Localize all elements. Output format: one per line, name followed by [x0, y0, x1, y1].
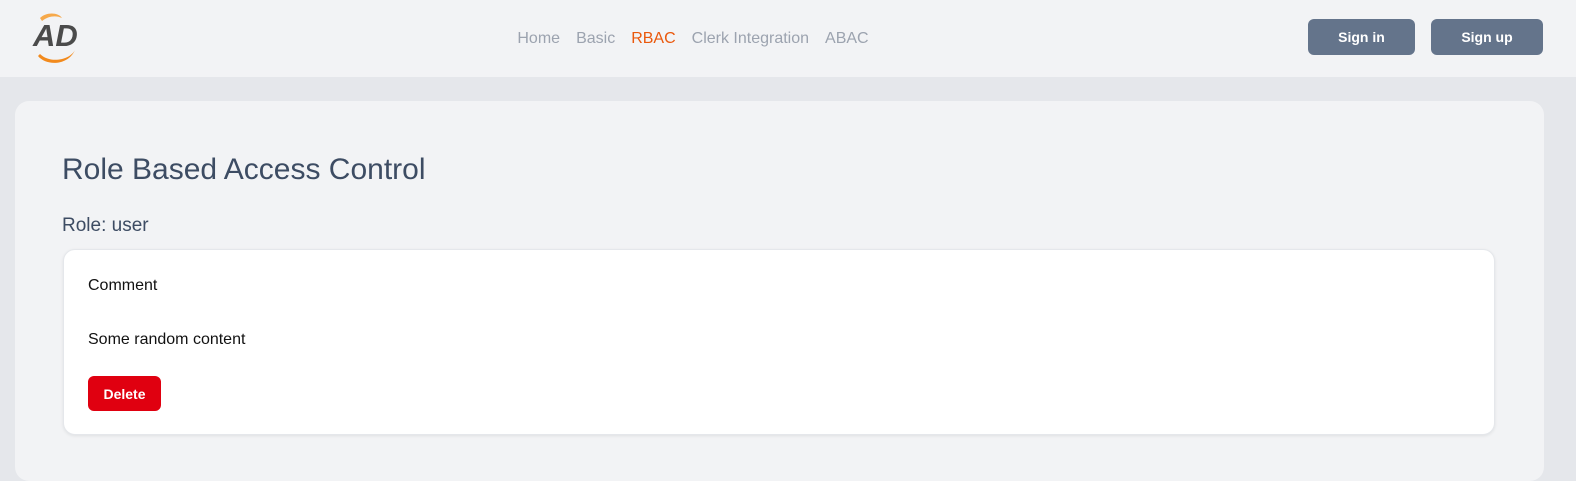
delete-button[interactable]: Delete: [88, 376, 161, 411]
nav-link-home[interactable]: Home: [517, 30, 560, 48]
comment-body: Some random content: [88, 331, 246, 348]
nav-link-clerk-integration[interactable]: Clerk Integration: [692, 30, 809, 48]
comment-card: Comment Some random content Delete: [63, 249, 1495, 435]
nav-link-basic[interactable]: Basic: [576, 30, 615, 48]
page-title: Role Based Access Control: [62, 153, 426, 186]
role-label: Role: user: [62, 215, 149, 236]
main-nav: Home Basic RBAC Clerk Integration ABAC: [0, 0, 1386, 77]
nav-link-abac[interactable]: ABAC: [825, 30, 869, 48]
nav-link-rbac[interactable]: RBAC: [631, 30, 675, 48]
sign-up-button[interactable]: Sign up: [1431, 19, 1543, 55]
main-content-card: Role Based Access Control Role: user Com…: [15, 101, 1544, 481]
comment-title: Comment: [88, 277, 158, 294]
sign-in-button[interactable]: Sign in: [1308, 19, 1415, 55]
top-header: AD Home Basic RBAC Clerk Integration ABA…: [0, 0, 1576, 77]
